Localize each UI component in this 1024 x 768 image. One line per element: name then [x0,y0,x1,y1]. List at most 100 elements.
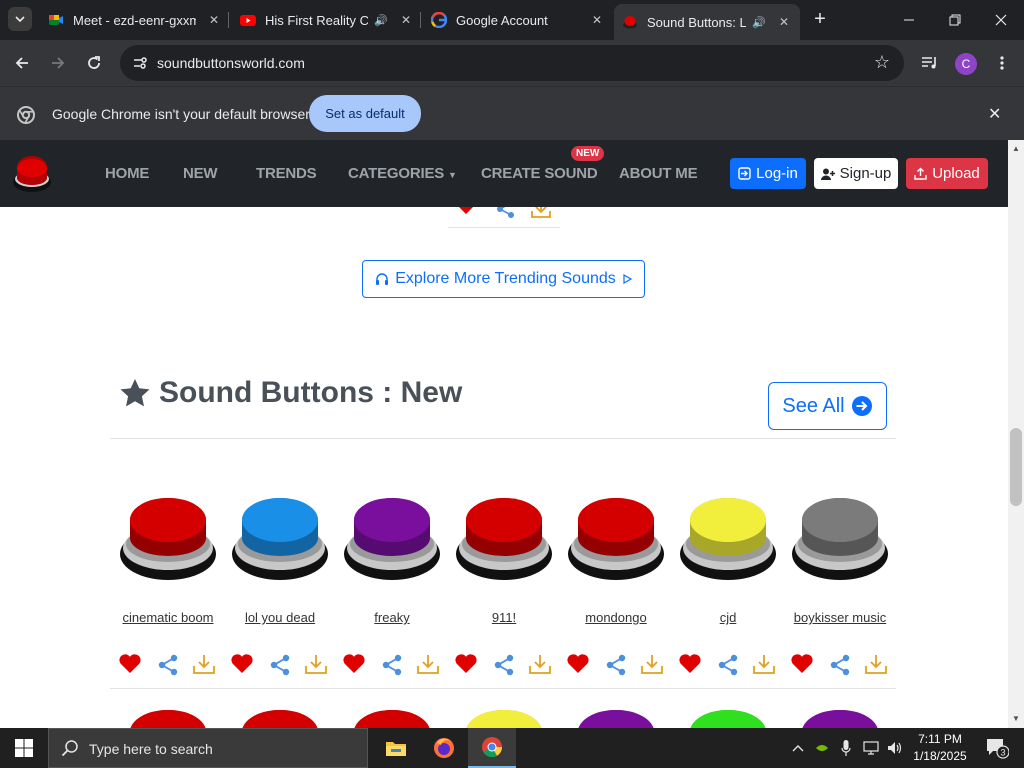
scrollbar-thumb[interactable] [1010,428,1022,506]
heart-icon[interactable] [456,207,476,215]
share-icon[interactable] [716,653,740,677]
tab-sound-buttons[interactable]: Sound Buttons: Largest 🔊 ✕ [614,4,800,40]
see-all-button[interactable]: See All [768,382,887,430]
back-button[interactable] [8,49,36,77]
sound-name-link[interactable]: freaky [336,610,448,625]
sound-play-button[interactable] [336,702,448,728]
start-button[interactable] [0,728,48,768]
sound-play-button[interactable] [448,702,560,728]
nav-create-sound[interactable]: CREATE SOUND [481,165,598,182]
close-window-button[interactable] [978,0,1024,40]
reload-button[interactable] [80,49,108,77]
caret-down-icon: ▼ [448,170,457,180]
close-tab-icon[interactable]: ✕ [206,13,222,27]
taskbar-clock[interactable]: 7:11 PM 1/18/2025 [906,731,974,765]
share-icon[interactable] [496,207,516,219]
show-hidden-icons[interactable] [788,728,808,768]
sound-play-button[interactable] [224,490,336,586]
heart-icon[interactable] [566,653,590,677]
tab-google-account[interactable]: Google Account ✕ [423,4,613,36]
media-control-button[interactable] [916,49,944,77]
restore-button[interactable] [932,0,978,40]
speaker-icon[interactable]: 🔊 [374,14,388,27]
download-icon[interactable] [192,653,216,677]
scroll-up-icon[interactable]: ▲ [1012,144,1020,153]
tab-youtube[interactable]: His First Reality Check 🔊 ✕ [232,4,422,36]
chrome-menu-button[interactable] [988,49,1016,77]
site-info-icon[interactable] [132,55,148,71]
file-explorer-app[interactable] [372,728,420,768]
close-tab-icon[interactable]: ✕ [398,13,414,27]
profile-avatar[interactable]: C [955,53,977,75]
microphone-icon[interactable] [836,728,856,768]
taskbar-search-box[interactable]: Type here to search [48,728,368,768]
sound-play-button[interactable] [672,702,784,728]
nav-trends[interactable]: TRENDS [256,165,317,182]
sound-play-button[interactable] [672,490,784,586]
sound-play-button[interactable] [112,702,224,728]
nav-about-me[interactable]: ABOUT ME [619,165,698,182]
tab-meet[interactable]: Meet - ezd-eenr-gxxm ✕ [40,4,230,36]
sound-name-link[interactable]: mondongo [560,610,672,625]
site-logo-icon[interactable] [12,150,52,194]
bookmark-star-icon[interactable]: ☆ [874,52,890,73]
sound-name-link[interactable]: lol you dead [224,610,336,625]
login-button[interactable]: Log-in [730,158,806,189]
download-icon[interactable] [864,653,888,677]
sound-play-button[interactable] [560,490,672,586]
new-tab-button[interactable]: + [808,8,832,32]
download-icon[interactable] [304,653,328,677]
chrome-app[interactable] [468,728,516,768]
sound-name-link[interactable]: boykisser music [784,610,896,625]
download-icon[interactable] [416,653,440,677]
explore-trending-button[interactable]: Explore More Trending Sounds [362,260,645,298]
nav-home[interactable]: HOME [105,165,149,182]
notification-center-button[interactable]: 3 [980,728,1014,768]
nav-categories[interactable]: CATEGORIES ▼ [348,165,457,182]
page-scrollbar[interactable]: ▲ ▼ [1008,140,1024,728]
sound-name-link[interactable]: cjd [672,610,784,625]
speaker-icon[interactable]: 🔊 [752,16,766,29]
download-icon[interactable] [528,653,552,677]
tab-search-button[interactable] [8,7,32,31]
heart-icon[interactable] [230,653,254,677]
sound-name-link[interactable]: cinematic boom [112,610,224,625]
close-tab-icon[interactable]: ✕ [589,13,605,27]
forward-button[interactable] [44,49,72,77]
share-icon[interactable] [828,653,852,677]
volume-icon[interactable] [884,728,906,768]
heart-icon[interactable] [118,653,142,677]
sound-play-button[interactable] [448,490,560,586]
share-icon[interactable] [492,653,516,677]
nvidia-tray-icon[interactable] [812,728,832,768]
download-icon[interactable] [752,653,776,677]
share-icon[interactable] [604,653,628,677]
sound-play-button[interactable] [784,490,896,586]
heart-icon[interactable] [454,653,478,677]
close-tab-icon[interactable]: ✕ [776,15,792,29]
minimize-button[interactable] [886,0,932,40]
sound-play-button[interactable] [224,702,336,728]
heart-icon[interactable] [342,653,366,677]
nav-new[interactable]: NEW [183,165,218,182]
address-bar[interactable]: soundbuttonsworld.com ☆ [120,45,904,81]
share-icon[interactable] [156,653,180,677]
network-icon[interactable] [860,728,882,768]
set-as-default-button[interactable]: Set as default [309,95,421,132]
sound-play-button[interactable] [784,702,896,728]
sound-play-button[interactable] [112,490,224,586]
close-infobar-icon[interactable]: ✕ [988,104,1001,124]
sound-play-button[interactable] [560,702,672,728]
heart-icon[interactable] [678,653,702,677]
firefox-app[interactable] [420,728,468,768]
scroll-down-icon[interactable]: ▼ [1012,714,1020,723]
download-icon[interactable] [640,653,664,677]
sound-play-button[interactable] [336,490,448,586]
upload-button[interactable]: Upload [906,158,988,189]
download-icon[interactable] [530,207,552,219]
share-icon[interactable] [268,653,292,677]
heart-icon[interactable] [790,653,814,677]
sound-name-link[interactable]: 911! [448,610,560,625]
signup-button[interactable]: Sign-up [814,158,898,189]
share-icon[interactable] [380,653,404,677]
